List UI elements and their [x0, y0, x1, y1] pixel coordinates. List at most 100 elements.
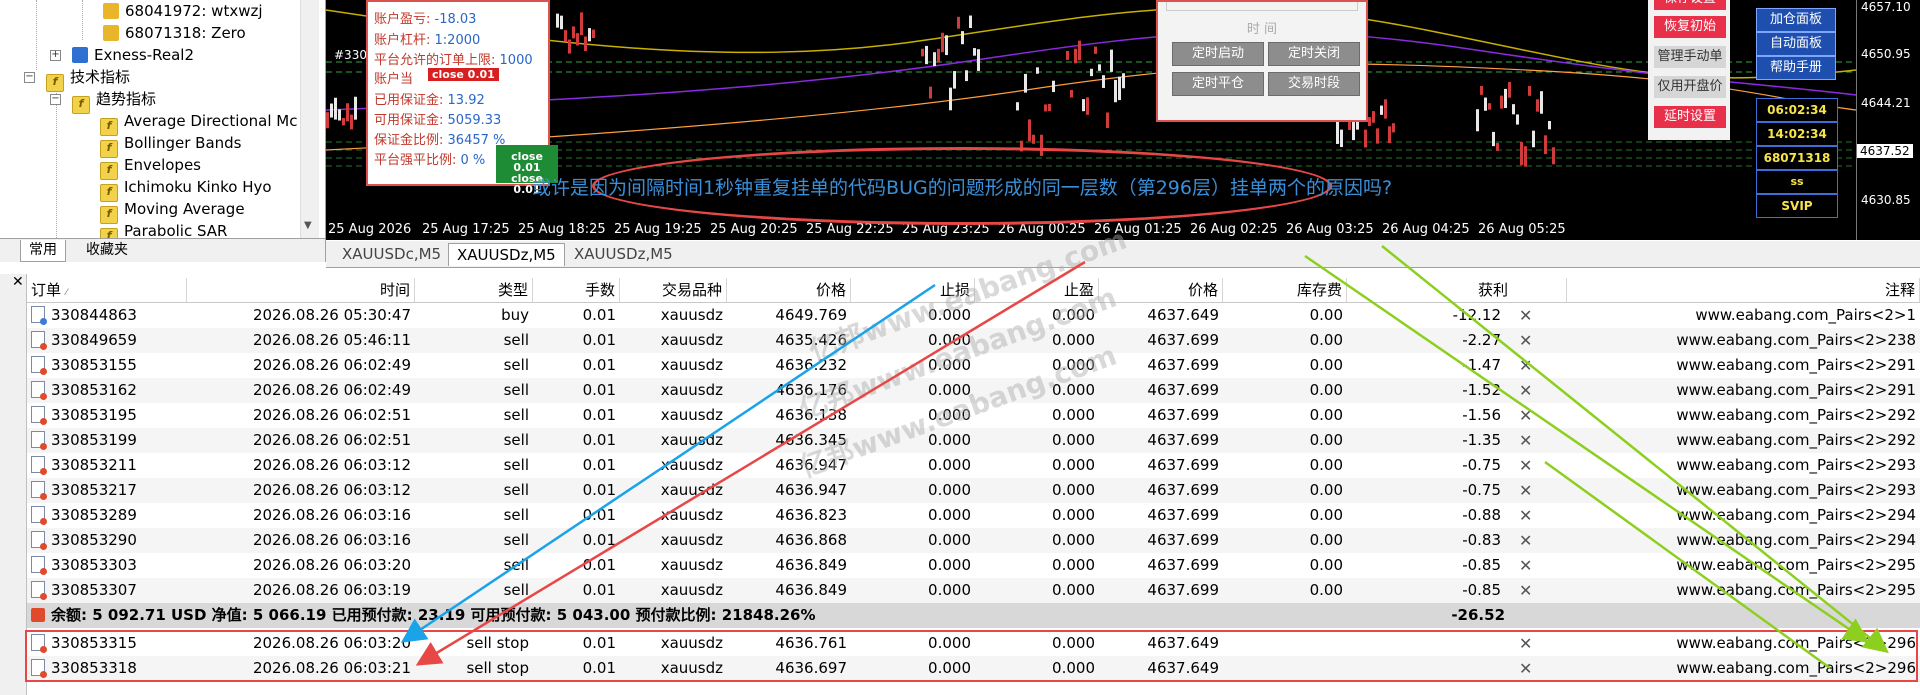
candle [1552, 147, 1555, 165]
add-position-panel-button[interactable]: 加仓面板 [1756, 8, 1836, 32]
candle [1376, 128, 1379, 144]
table-row[interactable]: 330853217 2026.08.26 06:03:12 sell 0.01 xauu… [27, 478, 1920, 504]
col-current-price[interactable]: 价格 [1099, 278, 1223, 302]
close-order-icon[interactable]: ✕ [1515, 303, 1539, 328]
cell-text: -2.27 [1462, 331, 1501, 349]
cell-text: 4637.699 [1147, 406, 1219, 424]
close-order-button[interactable]: close 0.01 [428, 68, 499, 81]
col-time[interactable]: 时间 [187, 278, 415, 302]
cell-cur: 4637.699 [1099, 528, 1223, 553]
navigator-scrollbar[interactable]: ▼ [300, 0, 319, 238]
tab-favorites[interactable]: 收藏夹 [78, 240, 136, 261]
tab-common[interactable]: 常用 [20, 240, 66, 262]
price-chart[interactable]: 25 Aug 2026 25 Aug 17:25 25 Aug 18:25 25… [326, 0, 1920, 240]
table-row[interactable]: 330853289 2026.08.26 06:03:16 sell 0.01 xauu… [27, 503, 1920, 529]
col-comment[interactable]: 注释 [1567, 278, 1920, 302]
close-order-icon[interactable]: ✕ [1515, 328, 1539, 353]
indicator-item[interactable]: f Bollinger Bands [100, 132, 242, 158]
account-item[interactable]: 68071318: Zero [103, 22, 246, 44]
close-order-icon[interactable]: ✕ [1515, 403, 1539, 428]
cell-type: sell [415, 378, 533, 403]
cell-swap: 0.00 [1223, 378, 1347, 403]
help-manual-button[interactable]: 帮助手册 [1756, 56, 1836, 80]
cell-tp: 0.000 [975, 578, 1099, 603]
table-row[interactable]: 330853290 2026.08.26 06:03:16 sell 0.01 xauu… [27, 528, 1920, 554]
indicator-folder-icon: f [72, 96, 90, 114]
close-order-icon[interactable]: ✕ [1515, 503, 1539, 528]
table-row[interactable]: 330853211 2026.08.26 06:03:12 sell 0.01 xauu… [27, 453, 1920, 479]
col-order[interactable]: 订单 ⁄ [27, 278, 187, 302]
tab-chart-xauusdz[interactable]: XAUUSDz,M5 [448, 243, 565, 266]
cell-text: 330853217 [51, 481, 137, 499]
col-type[interactable]: 类型 [415, 278, 533, 302]
table-row[interactable]: 330853199 2026.08.26 06:02:51 sell 0.01 xauu… [27, 428, 1920, 454]
close-order-icon[interactable]: ✕ [1515, 353, 1539, 378]
acct-label: 已用保证金: [374, 93, 444, 108]
candle [326, 112, 329, 129]
candle [1336, 121, 1339, 144]
time-axis-label: 25 Aug 18:25 [518, 222, 606, 237]
tab-chart-xauusdz-2[interactable]: XAUUSDz,M5 [566, 243, 681, 265]
close-order-icon[interactable]: ✕ [1515, 553, 1539, 578]
tree-line [56, 88, 57, 238]
col-swap[interactable]: 库存费 [1223, 278, 1347, 302]
cell-swap: 0.00 [1223, 528, 1347, 553]
order-icon [31, 381, 47, 400]
close-order-icon[interactable]: ✕ [1515, 478, 1539, 503]
cell-type: sell [415, 478, 533, 503]
delay-settings-button[interactable]: 延时设置 [1654, 106, 1726, 128]
collapse-toggle[interactable]: − [24, 72, 35, 83]
cell-text: 330853195 [51, 406, 137, 424]
candle [1528, 86, 1531, 96]
server-item[interactable]: Exness-Real2 [72, 44, 194, 66]
tab-chart-xauusdc[interactable]: XAUUSDc,M5 [334, 243, 449, 265]
indicator-item[interactable]: f Average Directional Mc [100, 110, 297, 136]
acct-label: 账户杠杆: [374, 33, 431, 48]
close-order-icon[interactable]: ✕ [1515, 528, 1539, 553]
col-profit[interactable]: 获利 [1347, 278, 1567, 302]
col-price[interactable]: 价格 [727, 278, 851, 302]
candle [1380, 105, 1383, 115]
tree-line [82, 0, 83, 40]
open-price-only-button[interactable]: 仅用开盘价 [1654, 76, 1726, 98]
indicator-item[interactable]: f Moving Average [100, 198, 245, 224]
cell-text: 330853303 [51, 556, 137, 574]
cell-text: xauusdz [660, 456, 723, 474]
cell-time: 2026.08.26 06:02:49 [187, 378, 415, 403]
col-lots[interactable]: 手数 [533, 278, 620, 302]
section-item[interactable]: f 技术指标 [46, 66, 130, 92]
order-icon [31, 406, 47, 425]
col-symbol[interactable]: 交易品种 [620, 278, 727, 302]
account-item[interactable]: 68041972: wtxwzj [103, 0, 263, 22]
close-order-icon[interactable]: ✕ [1515, 378, 1539, 403]
annotation-text: 或许是因为间隔时间1秒钟重复挂单的代码BUG的问题形成的同一层数（第296层）挂… [531, 176, 1393, 199]
indicator-item[interactable]: f Ichimoku Kinko Hyo [100, 176, 272, 202]
manage-manual-orders-button[interactable]: 管理手动单 [1654, 46, 1726, 68]
expand-toggle[interactable]: + [50, 50, 61, 61]
save-settings-button[interactable]: 保存设置 [1654, 0, 1726, 10]
candle [1070, 89, 1073, 98]
close-order-icon[interactable]: ✕ [1515, 428, 1539, 453]
close-order-icon[interactable]: ✕ [1515, 453, 1539, 478]
trading-session-button[interactable]: 交易时段 [1268, 72, 1360, 96]
candle [925, 45, 928, 65]
cell-text: 0.01 [582, 556, 616, 574]
auto-panel-button[interactable]: 自动面板 [1756, 32, 1836, 56]
cell-text: 0.00 [1309, 431, 1343, 449]
table-row[interactable]: 330853303 2026.08.26 06:03:20 sell 0.01 xauu… [27, 553, 1920, 579]
table-row[interactable]: 330853307 2026.08.26 06:03:19 sell 0.01 xauu… [27, 578, 1920, 604]
group-item[interactable]: f 趋势指标 [72, 88, 156, 114]
close-icon[interactable]: ✕ [12, 274, 24, 290]
chevron-down-icon[interactable]: ▼ [304, 220, 312, 231]
close-order-icon[interactable]: ✕ [1515, 578, 1539, 603]
candle [1028, 119, 1031, 142]
reset-button[interactable]: 恢复初始 [1654, 16, 1726, 38]
timer-close-button[interactable]: 定时平仓 [1172, 72, 1264, 96]
order-icon [31, 431, 47, 450]
collapse-toggle[interactable]: − [50, 94, 61, 105]
user-icon [103, 3, 119, 19]
timer-stop-button[interactable]: 定时关闭 [1268, 42, 1360, 66]
timer-start-button[interactable]: 定时启动 [1172, 42, 1264, 66]
cell-text: 0.01 [582, 306, 616, 324]
indicator-item[interactable]: f Envelopes [100, 154, 201, 180]
